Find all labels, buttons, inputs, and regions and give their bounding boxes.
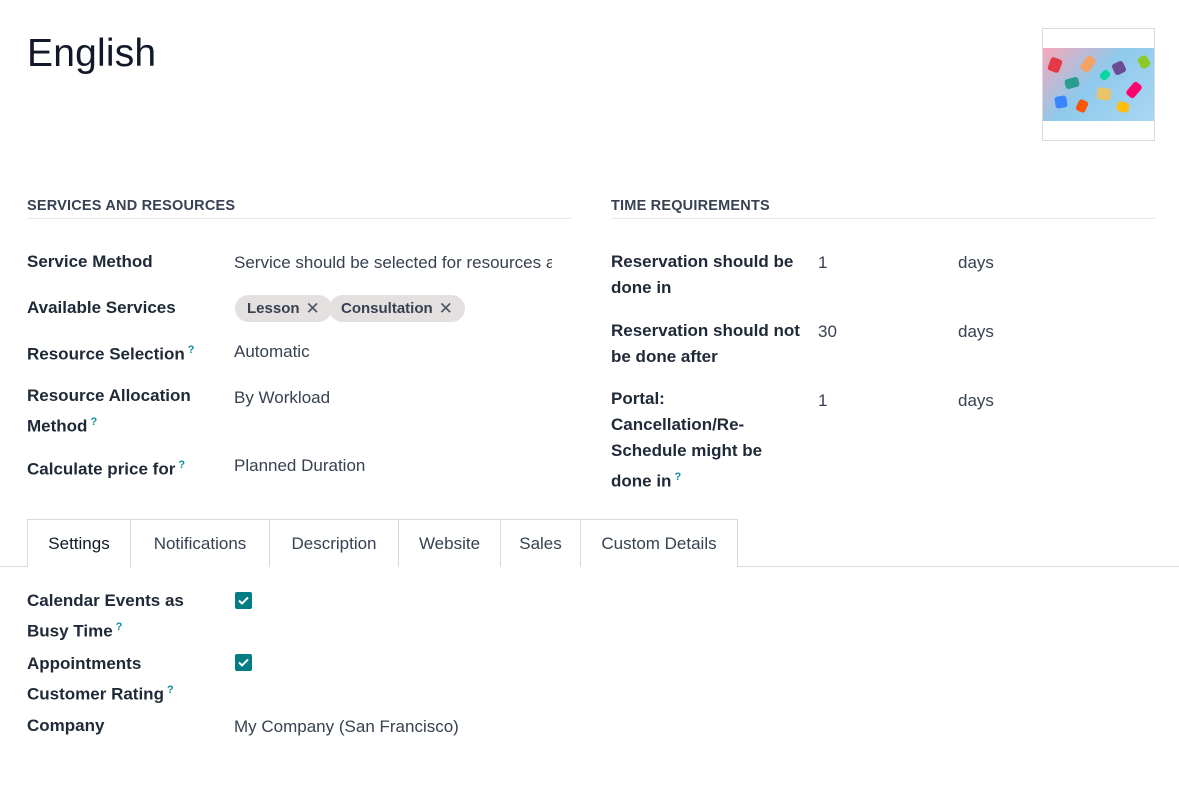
cancel-notice-label: Portal: Cancellation/Re- Schedule might … [611, 389, 763, 491]
record-title[interactable]: English [27, 32, 156, 76]
min-notice-unit: days [958, 253, 994, 272]
max-notice-label: Reservation should not be done after [611, 321, 800, 366]
company-label: Company [27, 716, 105, 735]
cancel-notice-input[interactable]: 1 [818, 388, 827, 414]
help-icon[interactable]: ? [167, 684, 174, 696]
customer-rating-checkbox[interactable] [235, 654, 252, 671]
help-icon[interactable]: ? [116, 621, 123, 633]
tab-description[interactable]: Description [269, 519, 399, 567]
tag-consultation[interactable]: Consultation ✕ [329, 295, 465, 322]
notebook-tabs: Settings Notifications Description Websi… [0, 519, 1179, 568]
busy-time-label: Calendar Events as Busy Time? [27, 591, 184, 641]
services-section-title: SERVICES AND RESOURCES [27, 198, 571, 219]
company-field[interactable]: My Company (San Francisco) [234, 714, 459, 740]
tab-sales[interactable]: Sales [500, 519, 581, 567]
cancel-notice-unit: days [958, 391, 994, 410]
help-icon[interactable]: ? [188, 344, 195, 356]
calculate-price-label: Calculate price for? [27, 459, 186, 479]
help-icon[interactable]: ? [674, 471, 681, 483]
tab-settings[interactable]: Settings [27, 519, 131, 568]
remove-tag-icon[interactable]: ✕ [306, 299, 320, 319]
record-image[interactable] [1042, 28, 1155, 141]
max-notice-input[interactable]: 30 [818, 319, 837, 345]
max-notice-unit: days [958, 322, 994, 341]
calculate-price-field[interactable]: Planned Duration [234, 453, 365, 479]
service-method-label: Service Method [27, 252, 153, 271]
remove-tag-icon[interactable]: ✕ [439, 299, 453, 319]
tag-lesson[interactable]: Lesson ✕ [235, 295, 332, 322]
alphabet-letters-image [1043, 48, 1154, 121]
min-notice-input[interactable]: 1 [818, 250, 827, 276]
check-icon [238, 658, 249, 667]
appointment-form: English SERVICES AND RESOURCES TIME REQU… [0, 0, 1179, 803]
tag-label: Lesson [247, 300, 300, 317]
tab-website[interactable]: Website [398, 519, 501, 567]
help-icon[interactable]: ? [90, 416, 97, 428]
check-icon [238, 596, 249, 605]
resource-allocation-label: Resource Allocation Method? [27, 386, 191, 436]
resource-allocation-field[interactable]: By Workload [234, 385, 330, 411]
help-icon[interactable]: ? [178, 459, 185, 471]
tag-label: Consultation [341, 300, 433, 317]
min-notice-label: Reservation should be done in [611, 252, 794, 297]
time-section-title: TIME REQUIREMENTS [611, 198, 1155, 219]
available-services-label: Available Services [27, 298, 176, 317]
busy-time-checkbox[interactable] [235, 592, 252, 609]
resource-selection-field[interactable]: Automatic [234, 339, 310, 365]
tab-notifications[interactable]: Notifications [130, 519, 270, 567]
customer-rating-label: Appointments Customer Rating? [27, 654, 174, 704]
resource-selection-label: Resource Selection? [27, 344, 195, 364]
service-method-field[interactable]: Service should be selected for resources… [234, 250, 552, 276]
tab-custom-details[interactable]: Custom Details [580, 519, 738, 567]
